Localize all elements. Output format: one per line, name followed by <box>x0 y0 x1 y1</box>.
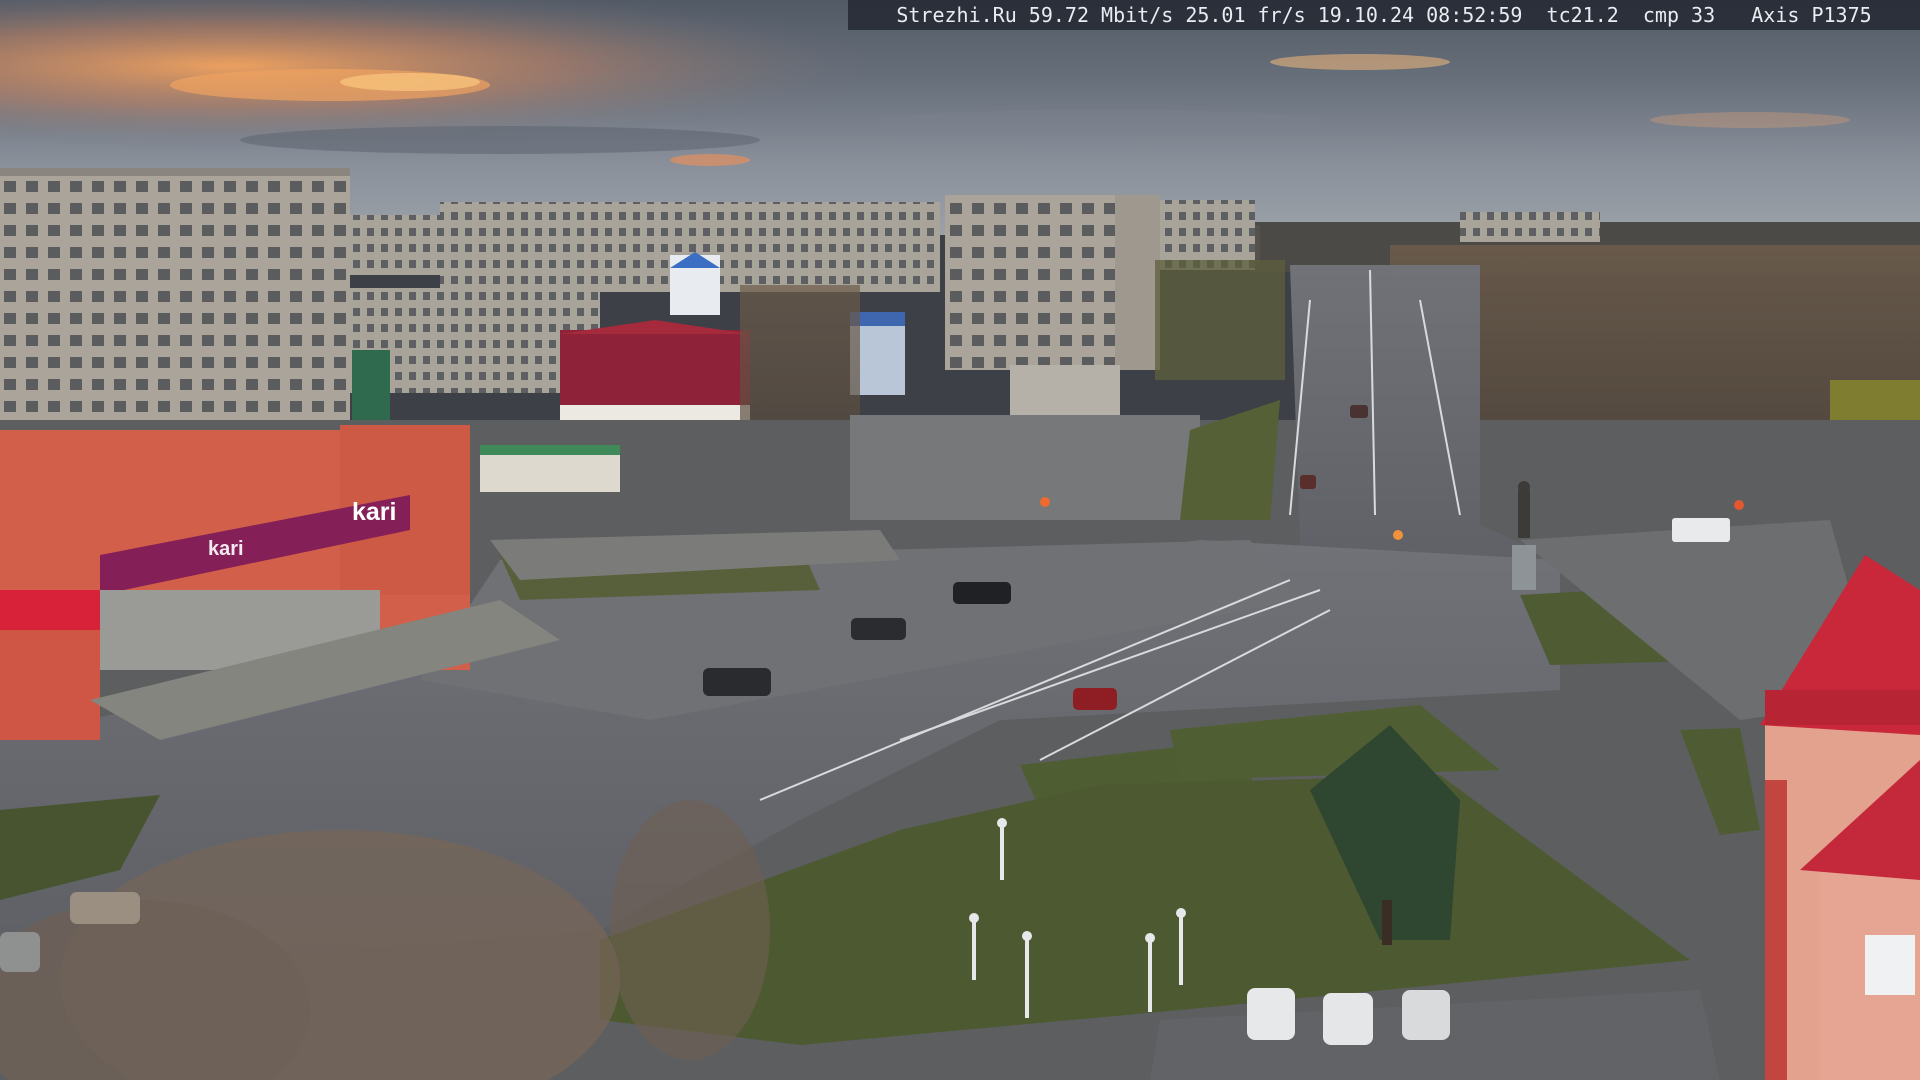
car-dark-3 <box>953 582 1011 604</box>
car-red <box>1073 688 1117 710</box>
car-parked-left-2 <box>0 932 40 972</box>
car-white-2 <box>1323 993 1373 1045</box>
car-distant-2 <box>1300 475 1316 489</box>
car-white-1 <box>1247 988 1295 1040</box>
car-parked-left <box>70 892 140 924</box>
store-sign-kari-secondary: kari <box>208 538 244 560</box>
car-truck <box>1672 518 1730 542</box>
camera-info-overlay: Strezhi.Ru 59.72 Mbit/s 25.01 fr/s 19.10… <box>848 0 1920 30</box>
car-dark-2 <box>851 618 906 640</box>
webcam-scene <box>0 0 1920 1080</box>
store-sign-kari: kari <box>352 498 397 526</box>
car-suv-dark <box>703 668 771 696</box>
car-distant <box>1350 405 1368 418</box>
car-white-3 <box>1402 990 1450 1040</box>
